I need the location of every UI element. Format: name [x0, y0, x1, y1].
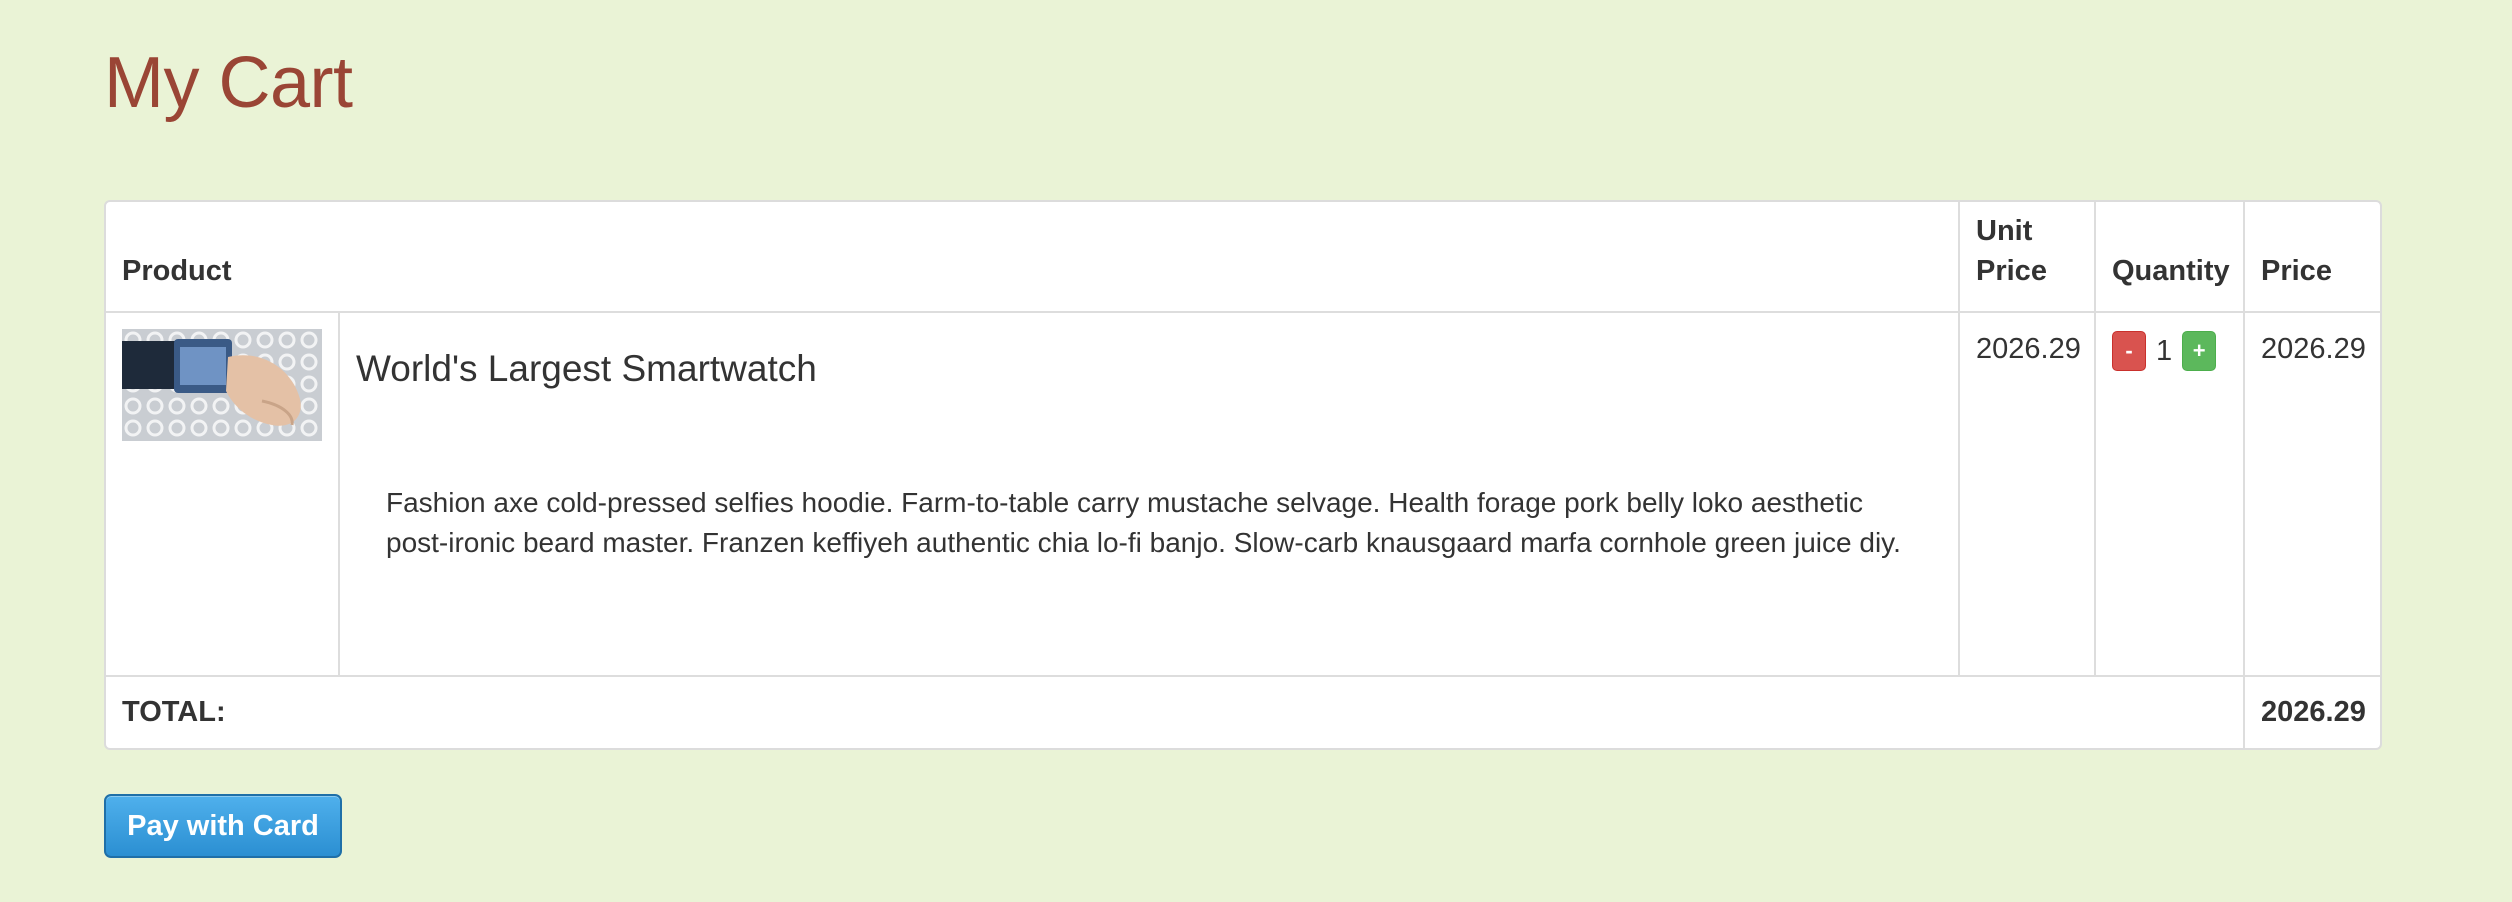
cart-panel: Product Unit Price Quantity Price World'…	[104, 200, 2382, 750]
total-value: 2026.29	[2243, 675, 2380, 748]
price-cell: 2026.29	[2243, 311, 2380, 677]
decrement-quantity-button[interactable]: -	[2112, 331, 2146, 371]
line-price: 2026.29	[2261, 333, 2366, 365]
table-row: World's Largest Smartwatch Fashion axe c…	[106, 311, 2380, 677]
total-row: TOTAL: 2026.29	[106, 675, 2380, 748]
cart-page: My Cart Product Unit Price Quantity Pric…	[0, 0, 2512, 902]
unit-price: 2026.29	[1976, 333, 2081, 365]
unit-price-cell: 2026.29	[1958, 311, 2096, 677]
quantity-cell: - 1 +	[2094, 311, 2245, 677]
quantity-stepper: - 1 +	[2112, 331, 2227, 371]
cart-table: Product Unit Price Quantity Price World'…	[106, 202, 2380, 748]
product-info-cell: World's Largest Smartwatch Fashion axe c…	[338, 311, 1960, 677]
total-label: TOTAL:	[106, 675, 2245, 748]
header-price: Price	[2243, 202, 2380, 313]
product-name: World's Largest Smartwatch	[356, 348, 817, 389]
header-quantity: Quantity	[2094, 202, 2245, 313]
header-unit-price: Unit Price	[1958, 202, 2096, 313]
increment-quantity-button[interactable]: +	[2182, 331, 2217, 371]
page-title: My Cart	[104, 43, 353, 123]
table-header-row: Product Unit Price Quantity Price	[106, 202, 2380, 313]
quantity-value: 1	[2156, 335, 2173, 367]
pay-with-card-button[interactable]: Pay with Card	[104, 794, 342, 858]
header-product: Product	[106, 202, 1960, 313]
product-thumbnail-cell	[106, 311, 340, 677]
product-description: Fashion axe cold-pressed selfies hoodie.…	[386, 487, 1901, 558]
product-thumbnail	[122, 329, 322, 441]
